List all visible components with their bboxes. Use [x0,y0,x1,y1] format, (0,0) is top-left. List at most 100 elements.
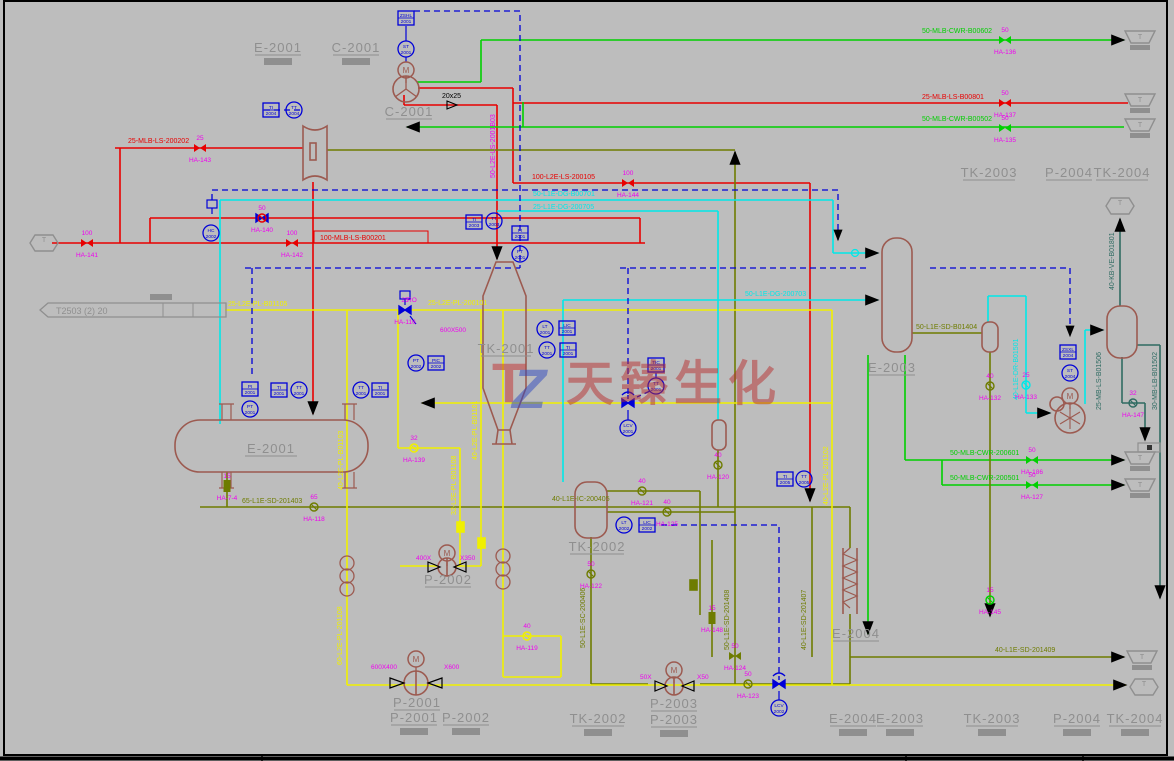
offpage-connector[interactable]: T [1127,651,1157,670]
instrument-tt-2001[interactable]: TT2001 [291,382,307,398]
offpage-connector[interactable]: T [1125,31,1155,50]
valve-size: 40 [663,499,671,506]
valve-ha-143[interactable]: 25HA-143 [189,135,211,164]
valve-tag: HA-7-4 [217,495,238,502]
revision-block [1063,729,1091,736]
instrument-ti-2001[interactable]: TI2001 [372,383,388,397]
offpage-connector[interactable]: T [1125,479,1155,498]
pid-canvas: T2503 (2) 20 100-MLB-LS-B00201 25-MLB-LS… [0,0,1174,761]
instrument-tag: TI [277,385,281,391]
instrument-hc-2002[interactable]: HC2002 [203,225,219,241]
instrument-tt-2003[interactable]: TT2003 [486,213,502,229]
instrument-tag: HC [208,228,215,234]
instrument-number: 2001 [540,330,551,336]
connector-letter: T [1142,681,1147,688]
instrument-zshl-2001[interactable]: ZSHL2001 [398,11,414,25]
instrument-number: 2004 [266,111,277,117]
instrument-tag: PT [247,404,253,410]
pipe-label: 60-L2E-PL-201108 [337,606,344,665]
valve-ha-141[interactable]: 100HA-141 [76,230,98,259]
instrument-number: 2002 [206,234,217,240]
valve-ha-118[interactable]: 65HA-118 [303,494,325,523]
instrument-ti-2003[interactable]: TI2003 [466,215,482,229]
valve-ha-125[interactable]: 40HA-125 [656,499,678,528]
offpage-connector[interactable]: T [1106,198,1134,214]
valve-ha-135[interactable]: 50HA-135 [994,115,1016,144]
pipe-label: 50-MLB-CWR-B00602 [922,28,992,35]
instrument-number: 2001 [623,429,634,435]
instrument-lcv-2002[interactable]: LCV2002 [771,700,787,716]
line-flag[interactable]: T2503 (2) 20 [40,294,226,317]
instrument-tt-2001[interactable]: TT2001 [539,342,555,358]
valve-ha-147[interactable]: 32HA-147 [1122,390,1144,419]
instrument-lic-2002[interactable]: LIC2002 [639,518,655,532]
instrument-number: 2001 [294,391,305,397]
instrument-st-2004[interactable]: ST2004 [1062,365,1078,381]
exchanger-e2004 [843,548,857,614]
instrument-ti-2001[interactable]: TI2001 [271,383,287,397]
pipe-label: 25-L1E-DG-200705 [533,204,594,211]
valve-ha-144[interactable]: 100HA-144 [617,170,639,199]
instrument-lt-2002[interactable]: LT2002 [616,517,632,533]
valve-ha-121[interactable]: 40HA-121 [631,478,653,507]
instrument-st-2001[interactable]: ST2001 [398,41,414,57]
instrument-zsxl-2004[interactable]: ZSXL2004 [1060,345,1076,359]
instrument-ti-2004[interactable]: TI2004 [263,103,279,117]
equipment-tag-tk2002: TK-2002 [569,539,626,554]
pipe-label: 30-MB-LB-B01502 [1152,352,1159,410]
valve-ha-148[interactable]: 15HA-148 [701,605,723,634]
pipe-label: 50-L1E-SD-B01404 [916,324,977,331]
connector-letter: T [42,237,47,244]
pipe-label: 50-L1E-SC-200406 [580,588,587,648]
offpage-connector[interactable]: T [1130,679,1158,695]
size-label: X600 [444,664,460,671]
pump-p2001 [390,671,442,695]
instrument-tag: TT [544,345,550,351]
instrument-tag: TT [801,474,807,480]
valve-ha-142[interactable]: 100HA-142 [281,230,303,259]
instrument-pt-2001[interactable]: PT2001 [242,401,258,417]
control-valves[interactable] [256,214,785,688]
instrument-pt-2002[interactable]: PT2002 [408,355,424,371]
instrument-tag: ST [403,44,409,50]
pipe-label: 25-L2E-PL-200101 [428,300,487,307]
cv-ha116 [399,306,411,314]
instrument-lic-2001[interactable]: LIC2001 [559,321,575,335]
offpage-connector[interactable]: T [1125,119,1155,138]
flag-text: T2503 (2) 20 [56,306,108,316]
offpage-connector[interactable]: T [1125,94,1155,113]
instrument-tag: LT [621,520,626,526]
pipe-label: 50-MLB-CWR-200501 [950,475,1019,482]
revision-block [400,728,428,735]
instrument-tag: TI [269,105,273,111]
pipe-label: 50-L1E-SD-201408 [724,590,731,650]
valve-ha-119[interactable]: 40HA-119 [516,623,538,652]
valve-tag: HA-142 [281,252,303,259]
valve-ha-139[interactable]: 32HA-139 [403,435,425,464]
instrument-fi-2001[interactable]: FI2001 [512,226,528,240]
valve-ha-136[interactable]: 50HA-136 [994,27,1016,56]
valve-ha-127[interactable]: 50HA-127 [1021,472,1043,501]
instrument-lcv-2001[interactable]: LCV2001 [620,420,636,436]
motor[interactable]: M [439,545,455,566]
instrument-number: 2001 [375,391,386,397]
valve-tag: HA-118 [303,516,325,523]
revision-block [978,729,1006,736]
offpage-connector[interactable]: T [1125,452,1155,471]
instrument-number: 2005 [799,480,810,486]
valve-size: 50 [731,643,739,650]
valve-ha-140[interactable]: 50HA-140 [251,205,273,234]
instrument-ti-2005[interactable]: TI2005 [777,472,793,486]
instrument-tt-2001[interactable]: TT2001 [353,382,369,398]
instrument-tag: TT [358,385,364,391]
instrument-pic-2002[interactable]: PIC2002 [428,356,444,370]
motor[interactable]: M [408,651,424,672]
valve-size: 40 [714,452,722,459]
valve-tag: HA-119 [516,645,538,652]
instrument-pi-2001[interactable]: PI2001 [242,382,258,396]
instrument-number: 2004 [289,111,300,117]
pipe-label: 40-L1E-IC-200405 [552,496,610,503]
motor[interactable]: M [398,62,414,83]
instrument-number: 2001 [563,351,574,357]
instrument-lt-2001[interactable]: LT2001 [537,321,553,337]
